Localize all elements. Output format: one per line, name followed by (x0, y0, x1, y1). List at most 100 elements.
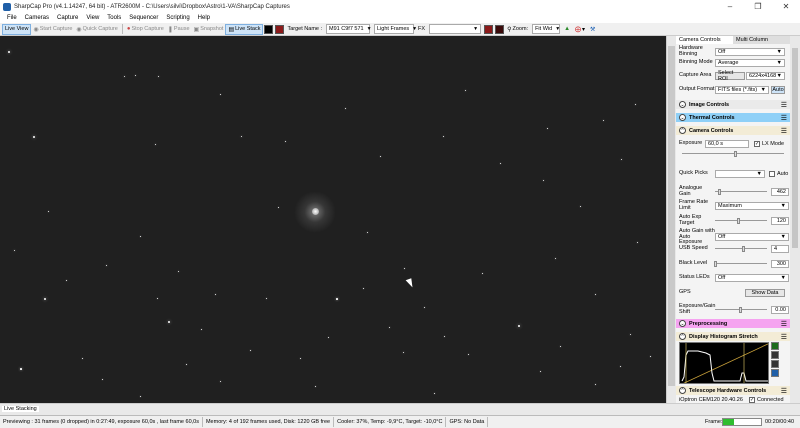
histogram-auto-icon[interactable] (771, 351, 779, 359)
capture-area-dropdown[interactable]: 6224x4168 ▼ (746, 72, 785, 80)
star (168, 321, 170, 323)
target-name-dropdown[interactable]: M91 C9f7 571 ▼ (326, 24, 372, 34)
auto-exp-target-slider[interactable] (715, 217, 767, 224)
menu-icon[interactable]: ☰ (781, 101, 787, 109)
tools-button[interactable]: ⚒ (588, 24, 598, 35)
pause-label: Pause (173, 26, 190, 32)
star (540, 371, 541, 372)
exposure-gain-shift-knob[interactable] (739, 306, 742, 313)
reticle-button[interactable]: ⨁ ▾ (573, 24, 588, 35)
star (315, 386, 316, 387)
live-stack-button[interactable]: ▤ Live Stack (225, 23, 264, 35)
tab-live-stacking[interactable]: Live Stacking (2, 406, 39, 412)
chevron-down-icon: ▼ (776, 48, 782, 55)
zoom-dropdown[interactable]: Fit Wid ▼ (532, 24, 560, 34)
live-view-button[interactable]: Live View (2, 23, 32, 35)
menu-cameras[interactable]: Cameras (21, 15, 53, 21)
menu-scripting[interactable]: Scripting (162, 15, 193, 21)
capture-area-row: Capture Area Select ROI 6224x4168 ▼ (679, 70, 789, 82)
black-level-slider[interactable] (714, 261, 767, 267)
snapshot-button[interactable]: ▣ Snapshot (192, 24, 226, 35)
thermal-controls-header[interactable]: ⌄ Thermal Controls ☰ (676, 113, 790, 122)
star (157, 298, 158, 299)
live-image-view[interactable] (0, 36, 666, 403)
title-bar: SharpCap Pro (v4.1.14247, 64 bit) - ATR2… (0, 0, 800, 13)
start-capture-button[interactable]: ◉ Start Capture (31, 24, 74, 35)
auto-format-button[interactable]: Auto (771, 86, 785, 94)
select-roi-button[interactable]: Select ROI (715, 70, 745, 82)
quick-capture-button[interactable]: ◉ Quick Capture (74, 24, 119, 35)
star (278, 207, 279, 208)
binning-row: Hardware Binning Off ▼ (679, 45, 789, 57)
scroll-thumb[interactable] (668, 46, 675, 386)
restore-icon[interactable]: ❐ (744, 0, 772, 13)
quick-picks-dropdown[interactable]: ▼ (715, 170, 765, 178)
telescope-header[interactable]: ⌃ Telescope Hardware Controls ☰ (676, 386, 790, 395)
star (102, 379, 103, 380)
star (300, 358, 301, 359)
exposure-input[interactable]: 60,0 s (705, 140, 749, 148)
histogram-power-icon[interactable] (771, 342, 779, 350)
menu-tools[interactable]: Tools (103, 15, 125, 21)
analogue-gain-input[interactable]: 462 (771, 187, 789, 196)
menu-help[interactable]: Help (194, 15, 214, 21)
binning-mode-dropdown[interactable]: Average ▼ (715, 59, 785, 67)
quick-capture-label: Quick Capture (82, 26, 118, 32)
usb-speed-knob[interactable] (741, 246, 745, 252)
menu-capture[interactable]: Capture (53, 15, 82, 21)
pause-button[interactable]: ❚ Pause (166, 24, 192, 35)
star (140, 236, 141, 237)
auto-gain-dropdown[interactable]: Off ▼ (715, 233, 789, 242)
histogram-gear-icon[interactable] (771, 360, 779, 368)
frame-rate-dropdown[interactable]: Maximum ▼ (715, 201, 789, 210)
menu-icon[interactable]: ☰ (781, 114, 787, 122)
close-icon[interactable]: ✕ (772, 0, 800, 13)
tab-camera-controls[interactable]: Camera Controls (676, 36, 733, 44)
auto-exp-target-input[interactable]: 120 (771, 216, 789, 225)
fx-dropdown[interactable]: ▼ (429, 24, 482, 34)
panel-scroll-thumb[interactable] (792, 48, 798, 248)
menu-icon[interactable]: ☰ (781, 127, 787, 135)
binning-dropdown[interactable]: Off ▼ (715, 47, 785, 56)
stop-capture-button[interactable]: ● Stop Capture (125, 24, 166, 35)
dark-red-swatch[interactable] (495, 24, 505, 34)
lx-mode-checkbox[interactable]: ✓ (754, 141, 760, 147)
minimize-icon[interactable]: – (716, 0, 744, 13)
auto-exp-target-knob[interactable] (737, 217, 741, 224)
histogram-reset-icon[interactable] (771, 369, 779, 377)
color-swatch[interactable] (264, 24, 274, 34)
exposure-gain-shift-input[interactable]: 0.00 (771, 305, 789, 314)
output-format-label: Output Format (679, 86, 715, 93)
status-leds-dropdown[interactable]: Off ▼ (715, 274, 789, 282)
histogram-header[interactable]: ⌃ Display Histogram Stretch ☰ (676, 332, 790, 341)
histogram-tool-button[interactable]: ▲ (562, 24, 573, 35)
red-swatch[interactable] (484, 24, 494, 34)
image-vertical-scrollbar[interactable] (666, 36, 676, 403)
menu-icon[interactable]: ☰ (781, 333, 787, 341)
exposure-gain-shift-slider[interactable] (715, 306, 767, 313)
tab-multi-column[interactable]: Multi Column (733, 36, 790, 44)
menu-sequencer[interactable]: Sequencer (125, 15, 162, 21)
menu-icon[interactable]: ☰ (781, 387, 787, 395)
color-swatch-red[interactable] (275, 24, 285, 34)
analogue-gain-knob[interactable] (718, 188, 722, 195)
black-level-knob[interactable] (714, 261, 718, 267)
image-controls-header[interactable]: ⌄ Image Controls ☰ (676, 100, 790, 109)
exposure-slider-knob[interactable] (734, 151, 737, 157)
panel-scrollbar[interactable] (790, 36, 800, 403)
preprocessing-header[interactable]: ⌄ Preprocessing ☰ (676, 319, 790, 328)
frame-type-dropdown[interactable]: Light Frames ▼ (374, 24, 417, 34)
analogue-gain-slider[interactable] (715, 188, 767, 195)
exposure-slider[interactable] (682, 151, 784, 157)
auto-checkbox[interactable] (769, 171, 775, 177)
menu-icon[interactable]: ☰ (781, 320, 787, 328)
histogram-display[interactable] (679, 342, 769, 384)
output-format-dropdown[interactable]: FITS files (*.fits) ▼ (715, 86, 769, 94)
camera-controls-header[interactable]: ⌃ Camera Controls ☰ (676, 126, 790, 135)
usb-speed-input[interactable]: 4 (771, 245, 789, 253)
usb-speed-slider[interactable] (715, 246, 767, 252)
menu-view[interactable]: View (82, 15, 103, 21)
show-data-button[interactable]: Show Data (745, 289, 785, 297)
black-level-input[interactable]: 300 (771, 260, 789, 268)
menu-file[interactable]: File (3, 15, 21, 21)
